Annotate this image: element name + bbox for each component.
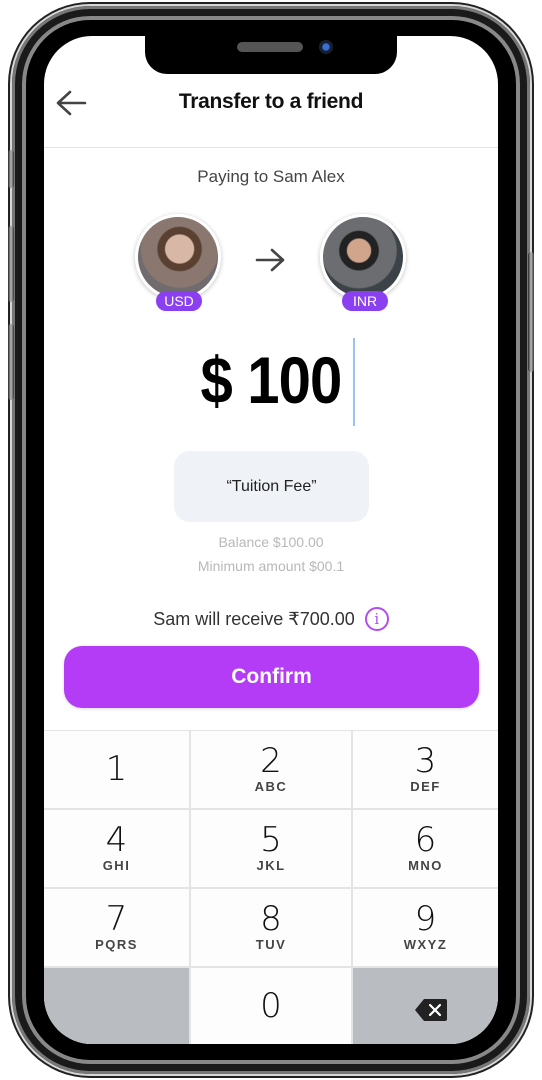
- numeric-keypad: 1 2 ABC 3 DEF 4 GHI 5 JKL 6 MNO 7 PQRS 8…: [44, 730, 498, 1044]
- power-button: [528, 252, 534, 372]
- key-blank: [44, 968, 189, 1044]
- balance-text: Balance $100.00: [218, 534, 324, 550]
- sender-avatar: [135, 214, 221, 300]
- key-letters: TUV: [255, 937, 287, 952]
- app-screen: Transfer to a friend Paying to Sam Alex …: [44, 36, 498, 1044]
- key-4[interactable]: 4 GHI: [44, 810, 189, 887]
- key-letters: GHI: [102, 858, 131, 873]
- arrow-right-icon: [255, 248, 285, 272]
- mute-switch: [8, 150, 14, 188]
- key-8[interactable]: 8 TUV: [191, 889, 351, 966]
- key-digit: 8: [260, 899, 282, 939]
- key-digit: 0: [260, 986, 282, 1026]
- page-title: Transfer to a friend: [178, 90, 364, 113]
- key-0[interactable]: 0: [191, 968, 351, 1044]
- key-digit: 7: [105, 899, 128, 939]
- paying-to-label: Paying to Sam Alex: [197, 167, 345, 186]
- delete-key[interactable]: [353, 968, 498, 1044]
- key-letters: PQRS: [95, 937, 138, 952]
- key-digit: 4: [105, 820, 128, 860]
- note-field[interactable]: “Tuition Fee”: [174, 451, 369, 522]
- key-letters: MNO: [408, 858, 443, 873]
- key-digit: 1: [105, 749, 128, 789]
- info-icon[interactable]: i: [364, 607, 389, 631]
- key-digit: 2: [260, 741, 282, 781]
- volume-down-button: [8, 324, 14, 400]
- speaker-grille: [237, 42, 303, 52]
- key-6[interactable]: 6 MNO: [353, 810, 498, 887]
- key-9[interactable]: 9 WXYZ: [353, 889, 498, 966]
- sender-currency-badge: USD: [156, 291, 202, 311]
- notch: [145, 36, 397, 74]
- key-letters: JKL: [256, 858, 286, 873]
- camera-icon: [319, 40, 333, 54]
- key-digit: 6: [414, 820, 437, 860]
- key-digit: 5: [260, 820, 282, 860]
- recipient-currency-badge: INR: [342, 291, 388, 311]
- key-3[interactable]: 3 DEF: [353, 731, 498, 808]
- key-2[interactable]: 2 ABC: [191, 731, 351, 808]
- backspace-icon: [415, 999, 447, 1021]
- amount-input[interactable]: $ 100: [71, 342, 471, 418]
- key-digit: 9: [414, 899, 437, 939]
- key-1[interactable]: 1: [44, 731, 189, 808]
- key-digit: 3: [414, 741, 437, 781]
- volume-up-button: [8, 226, 14, 302]
- key-letters: ABC: [254, 779, 288, 794]
- confirm-button[interactable]: Confirm: [64, 646, 479, 708]
- key-letters: WXYZ: [403, 937, 448, 952]
- receive-summary: Sam will receive ₹700.00 i: [44, 607, 498, 631]
- key-7[interactable]: 7 PQRS: [44, 889, 189, 966]
- header: Transfer to a friend: [44, 76, 498, 148]
- text-caret: [353, 338, 355, 426]
- recipient-avatar: [320, 214, 406, 300]
- receive-text: Sam will receive ₹700.00: [153, 608, 355, 629]
- minimum-amount-text: Minimum amount $00.1: [197, 558, 345, 574]
- key-5[interactable]: 5 JKL: [191, 810, 351, 887]
- key-letters: DEF: [410, 779, 441, 794]
